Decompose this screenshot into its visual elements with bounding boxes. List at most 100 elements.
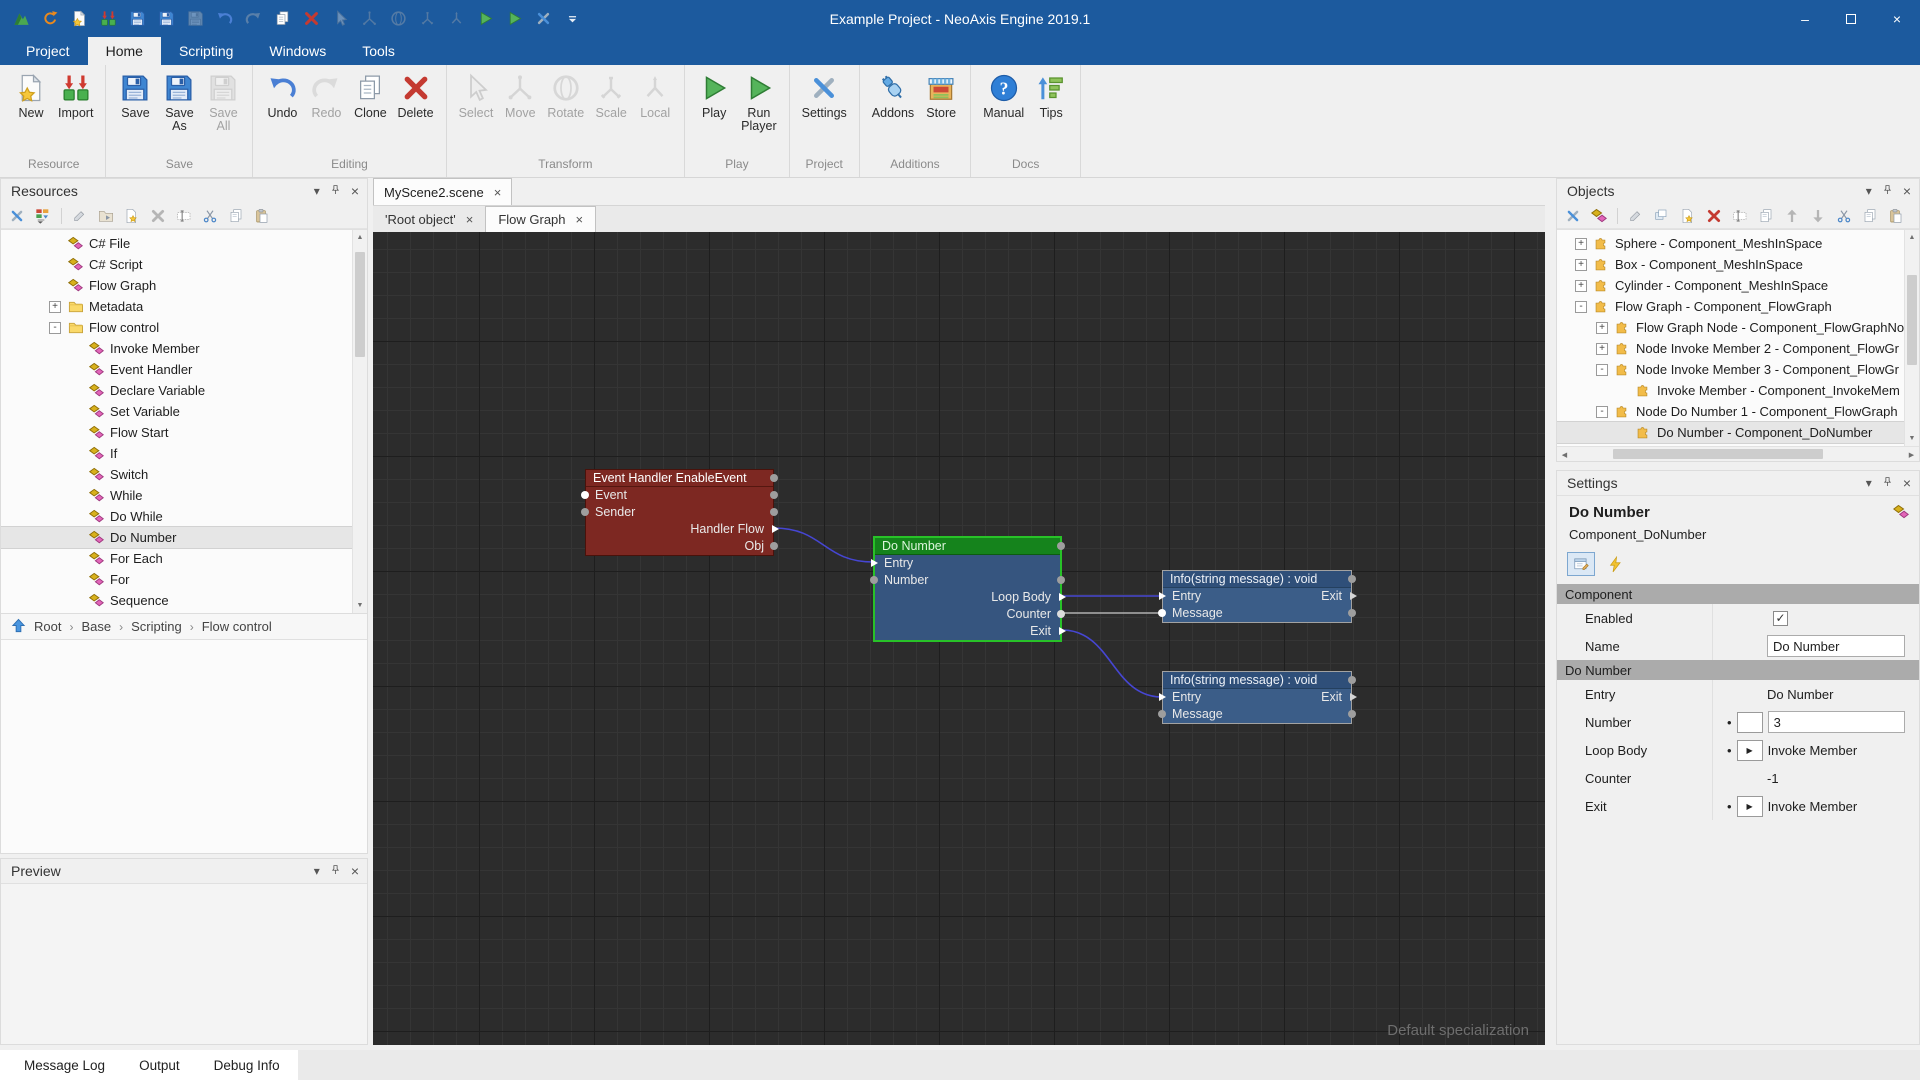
view-tab--root-object-[interactable]: 'Root object' × bbox=[373, 206, 485, 232]
objects-wrench-button[interactable] bbox=[1563, 206, 1583, 226]
menu-tab-scripting[interactable]: Scripting bbox=[161, 37, 251, 65]
scroll-up-arrow[interactable]: ▲ bbox=[353, 230, 367, 245]
collapse-icon[interactable]: - bbox=[1596, 405, 1608, 418]
tab-close-icon[interactable]: × bbox=[466, 212, 474, 227]
tree-item-flow-graph[interactable]: Flow Graph bbox=[1, 275, 367, 296]
tree-item-do-number[interactable]: Do Number bbox=[1, 527, 367, 548]
objects-windows-button[interactable] bbox=[1652, 206, 1672, 226]
value-box[interactable] bbox=[1736, 711, 1763, 733]
qa-run-player-button[interactable] bbox=[503, 8, 525, 30]
output-pin[interactable] bbox=[1348, 676, 1356, 684]
events-view-button[interactable] bbox=[1601, 552, 1629, 576]
tree-item-sequence[interactable]: Sequence bbox=[1, 590, 367, 611]
output-pin[interactable] bbox=[1059, 593, 1066, 601]
tree-item-sphere[interactable]: + Sphere - Component_MeshInSpace bbox=[1557, 233, 1904, 254]
tree-item-metadata[interactable]: + Metadata bbox=[1, 296, 367, 317]
input-pin[interactable] bbox=[581, 508, 589, 516]
panel-collapse-icon[interactable]: ▾ bbox=[314, 865, 320, 877]
tree-item-c-file[interactable]: C# File bbox=[1, 233, 367, 254]
objects-pencil-button[interactable] bbox=[1626, 206, 1646, 226]
resources-palette-button[interactable] bbox=[33, 206, 53, 226]
output-pin[interactable] bbox=[1057, 610, 1065, 618]
menu-tab-project[interactable]: Project bbox=[8, 37, 88, 65]
qa-new-button[interactable] bbox=[68, 8, 90, 30]
output-pin[interactable] bbox=[1057, 576, 1065, 584]
resources-vertical-scrollbar[interactable]: ▲ ▼ bbox=[352, 230, 367, 613]
qa-neoaxis-logo-button[interactable] bbox=[10, 8, 32, 30]
scroll-right-arrow[interactable]: ▶ bbox=[1904, 447, 1919, 462]
flow-wire[interactable] bbox=[1061, 629, 1163, 698]
breadcrumb-item-root[interactable]: Root bbox=[34, 619, 61, 634]
statusbar-tab-message-log[interactable]: Message Log bbox=[24, 1058, 105, 1073]
tree-item-do-number[interactable]: Do Number - Component_DoNumber bbox=[1557, 422, 1904, 443]
output-pin[interactable] bbox=[1348, 575, 1356, 583]
objects-item-button[interactable] bbox=[1589, 206, 1609, 226]
qa-settings-button[interactable] bbox=[532, 8, 554, 30]
qa-play-button[interactable] bbox=[474, 8, 496, 30]
output-pin[interactable] bbox=[770, 542, 778, 550]
tree-item-node-do-number-1[interactable]: - Node Do Number 1 - Component_FlowGraph bbox=[1557, 401, 1904, 422]
input-pin[interactable] bbox=[871, 559, 878, 567]
run-player-button[interactable]: Run Player bbox=[737, 71, 780, 135]
input-pin[interactable] bbox=[870, 576, 878, 584]
qa-save-as-button[interactable] bbox=[155, 8, 177, 30]
settings-button[interactable]: Settings bbox=[798, 71, 851, 122]
qa-refresh-button[interactable] bbox=[39, 8, 61, 30]
tree-item-if[interactable]: If bbox=[1, 443, 367, 464]
tree-item-node-invoke-member-2[interactable]: + Node Invoke Member 2 - Component_FlowGr bbox=[1557, 338, 1904, 359]
breadcrumb-up-button[interactable] bbox=[11, 618, 26, 636]
scroll-up-arrow[interactable]: ▲ bbox=[1905, 230, 1919, 245]
minimize-button[interactable]: – bbox=[1782, 0, 1828, 37]
play-button[interactable]: Play bbox=[693, 71, 735, 122]
import-button[interactable]: Import bbox=[54, 71, 97, 122]
expand-icon[interactable]: + bbox=[1575, 258, 1587, 271]
tree-item-box[interactable]: + Box - Component_MeshInSpace bbox=[1557, 254, 1904, 275]
flow-node-do-number[interactable]: Do Number Entry Number Loop Body Counter Exit bbox=[870, 536, 1066, 642]
qa-save-button[interactable] bbox=[126, 8, 148, 30]
panel-pin-icon[interactable] bbox=[329, 864, 342, 879]
clone-button[interactable]: Clone bbox=[349, 71, 391, 122]
tree-item-event-handler[interactable]: Event Handler bbox=[1, 359, 367, 380]
resources-rename-button[interactable] bbox=[174, 206, 194, 226]
panel-close-icon[interactable]: × bbox=[351, 864, 359, 878]
output-pin[interactable] bbox=[770, 474, 778, 482]
objects-rename-button[interactable] bbox=[1730, 206, 1750, 226]
breadcrumb-item-scripting[interactable]: Scripting bbox=[131, 619, 182, 634]
collapse-icon[interactable]: - bbox=[1575, 300, 1587, 313]
collapse-icon[interactable]: - bbox=[1596, 363, 1608, 376]
panel-close-icon[interactable]: × bbox=[1903, 184, 1911, 198]
tree-item-set-variable[interactable]: Set Variable bbox=[1, 401, 367, 422]
input-pin[interactable] bbox=[1158, 710, 1166, 718]
panel-pin-icon[interactable] bbox=[1881, 184, 1894, 199]
objects-paste-button[interactable] bbox=[1886, 206, 1906, 226]
store-button[interactable]: Store bbox=[920, 71, 962, 122]
objects-vertical-scrollbar[interactable]: ▲ ▼ bbox=[1904, 230, 1919, 446]
manual-button[interactable]: ? Manual bbox=[979, 71, 1028, 122]
scrollbar-thumb[interactable] bbox=[1613, 449, 1823, 459]
tree-item-flow-start[interactable]: Flow Start bbox=[1, 422, 367, 443]
expand-icon[interactable]: + bbox=[1596, 342, 1608, 355]
flow-graph-canvas[interactable]: Default specialization Event Handler Ena… bbox=[373, 232, 1545, 1045]
resources-scissors-button[interactable] bbox=[200, 206, 220, 226]
delete-button[interactable]: Delete bbox=[393, 71, 437, 122]
qa-more-button[interactable] bbox=[561, 8, 583, 30]
input-pin[interactable] bbox=[1159, 592, 1166, 600]
addons-button[interactable]: Addons bbox=[868, 71, 918, 122]
expand-icon[interactable]: + bbox=[1575, 279, 1587, 292]
tree-item-flow-control[interactable]: - Flow control bbox=[1, 317, 367, 338]
collapse-icon[interactable]: - bbox=[49, 321, 61, 334]
resources-folder-go-button[interactable] bbox=[96, 206, 116, 226]
objects-copy-button[interactable] bbox=[1756, 206, 1776, 226]
tree-item-do-while[interactable]: Do While bbox=[1, 506, 367, 527]
qa-delete-button[interactable] bbox=[300, 8, 322, 30]
panel-close-icon[interactable]: × bbox=[351, 184, 359, 198]
expand-icon[interactable]: + bbox=[1596, 321, 1608, 334]
output-pin[interactable] bbox=[1057, 542, 1065, 550]
scroll-down-arrow[interactable]: ▼ bbox=[1905, 431, 1919, 446]
flow-wire[interactable] bbox=[773, 527, 874, 563]
name-field[interactable]: Do Number bbox=[1767, 635, 1905, 657]
flow-node-info-string-message-void[interactable]: Info(string message) : void Entry Exit Mess… bbox=[1158, 570, 1357, 623]
tree-item-c-script[interactable]: C# Script bbox=[1, 254, 367, 275]
tree-item-declare-variable[interactable]: Declare Variable bbox=[1, 380, 367, 401]
output-pin[interactable] bbox=[772, 525, 779, 533]
